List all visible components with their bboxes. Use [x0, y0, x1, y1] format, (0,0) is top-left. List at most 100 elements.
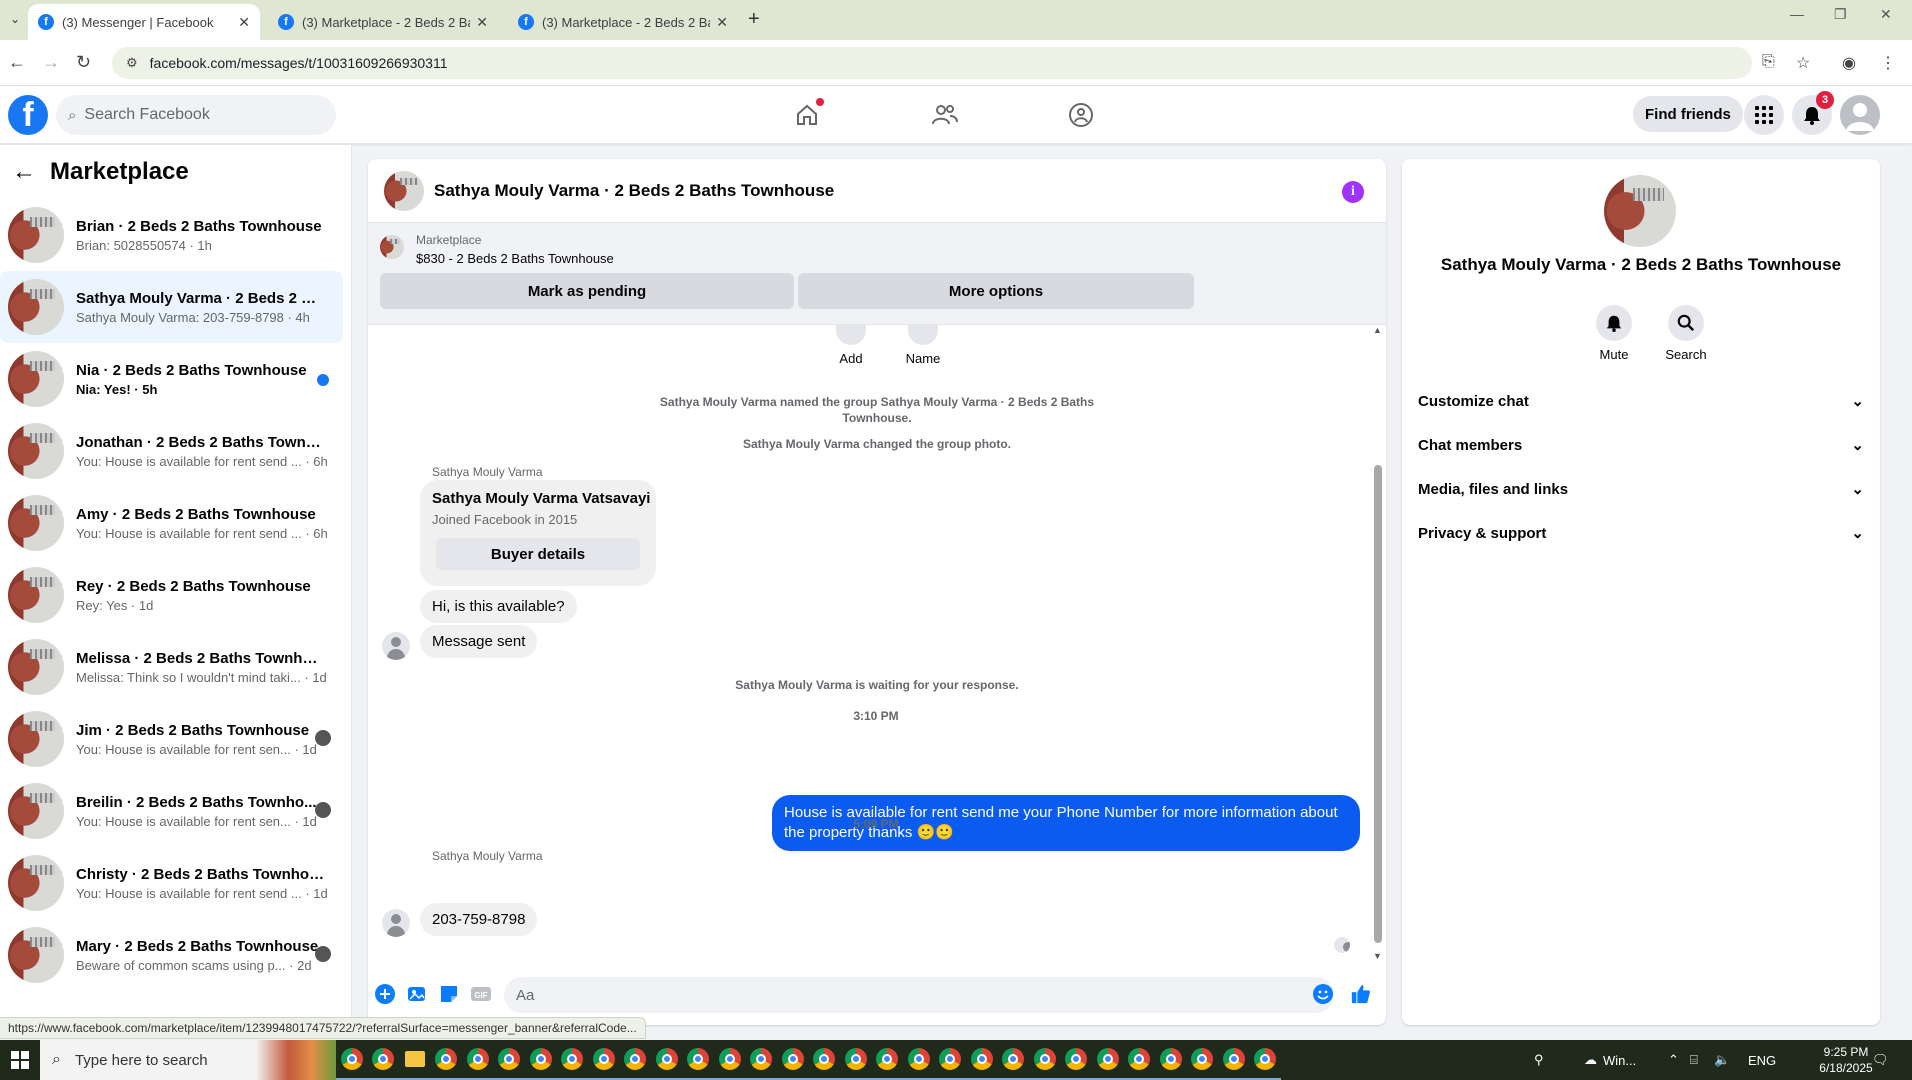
chrome-icon[interactable] — [997, 1040, 1029, 1080]
people-icon[interactable]: ⚲ — [1534, 1040, 1544, 1080]
customize-chat-row[interactable]: Customize chat ⌄ — [1418, 379, 1864, 423]
tab-messenger[interactable]: f (3) Messenger | Facebook ✕ — [28, 4, 260, 40]
chat-avatar[interactable] — [384, 170, 424, 211]
taskbar-app-icon[interactable] — [367, 1040, 399, 1080]
media-files-links-row[interactable]: Media, files and links ⌄ — [1418, 467, 1864, 511]
restore-icon[interactable]: ❐ — [1834, 6, 1847, 23]
conversation-item[interactable]: Amy · 2 Beds 2 Baths Townhouse You: House… — [0, 487, 343, 559]
scrollbar-thumb[interactable] — [1374, 465, 1382, 943]
account-avatar[interactable] — [1840, 95, 1880, 135]
plus-circle-icon[interactable] — [374, 983, 396, 1005]
search-action[interactable]: Search — [1656, 305, 1716, 362]
thumbs-up-icon[interactable] — [1350, 983, 1372, 1005]
chrome-icon[interactable] — [525, 1040, 557, 1080]
chrome-icon[interactable] — [619, 1040, 651, 1080]
chrome-icon[interactable] — [430, 1040, 462, 1080]
mute-action[interactable]: Mute — [1584, 305, 1644, 362]
language-indicator[interactable]: ENG — [1748, 1040, 1776, 1080]
message-bubble[interactable]: Message sent — [420, 625, 538, 658]
chrome-icon[interactable] — [966, 1040, 998, 1080]
back-icon[interactable]: ← — [8, 52, 26, 73]
facebook-logo-icon[interactable]: f — [8, 95, 48, 135]
close-tab-icon[interactable]: ✕ — [238, 14, 250, 31]
conversation-item[interactable]: Brian · 2 Beds 2 Baths Townhouse Brian: 5… — [0, 199, 343, 271]
conversation-item[interactable]: Sathya Mouly Varma · 2 Beds 2 Bat... Sath… — [0, 271, 343, 343]
tab-marketplace-1[interactable]: f (3) Marketplace - 2 Beds 2 Baths ✕ — [268, 4, 498, 40]
gif-icon[interactable]: GIF — [470, 983, 492, 1005]
chrome-icon[interactable] — [1060, 1040, 1092, 1080]
chrome-icon[interactable] — [462, 1040, 494, 1080]
chrome-icon[interactable] — [651, 1040, 683, 1080]
message-bubble[interactable]: Hi, is this available? — [420, 590, 577, 623]
message-input[interactable]: Aa — [504, 977, 1334, 1013]
chrome-icon[interactable] — [493, 1040, 525, 1080]
scroll-down-icon[interactable]: ▼ — [1373, 951, 1382, 961]
tab-marketplace-2[interactable]: f (3) Marketplace - 2 Beds 2 Baths ✕ — [508, 4, 738, 40]
sender-avatar[interactable] — [382, 632, 410, 660]
scroll-up-icon[interactable]: ▲ — [1373, 325, 1382, 335]
message-bubble[interactable]: 203-759-8798 — [420, 903, 538, 936]
chat-scrollbar[interactable]: ▲ ▼ — [1373, 325, 1382, 963]
facebook-search-input[interactable]: ⌕ Search Facebook — [56, 95, 336, 135]
menu-grid-icon[interactable] — [1744, 95, 1784, 135]
new-tab-button[interactable]: + — [748, 8, 760, 31]
conversation-item[interactable]: Breilin · 2 Beds 2 Baths Townho... You: H… — [0, 775, 343, 847]
minimize-icon[interactable]: — — [1790, 6, 1804, 22]
chrome-icon[interactable] — [1123, 1040, 1155, 1080]
chat-members-row[interactable]: Chat members ⌄ — [1418, 423, 1864, 467]
chrome-icon[interactable] — [588, 1040, 620, 1080]
chrome-icon[interactable] — [840, 1040, 872, 1080]
conversation-item[interactable]: Nia · 2 Beds 2 Baths Townhouse Nia: Yes! … — [0, 343, 343, 415]
sticker-icon[interactable] — [438, 983, 460, 1005]
chrome-icon[interactable] — [1218, 1040, 1250, 1080]
chat-title[interactable]: Sathya Mouly Varma · 2 Beds 2 Baths Town… — [434, 181, 834, 201]
menu-kebab-icon[interactable]: ⋮ — [1880, 53, 1896, 73]
buyer-details-button[interactable]: Buyer details — [436, 538, 640, 570]
chrome-icon[interactable] — [871, 1040, 903, 1080]
volume-icon[interactable]: 🔈 — [1714, 1040, 1730, 1080]
forward-icon[interactable]: → — [42, 52, 60, 73]
friends-icon[interactable] — [930, 100, 960, 130]
marketplace-banner[interactable]: Marketplace $830 - 2 Beds 2 Baths Townho… — [368, 223, 1386, 325]
conversation-item[interactable]: Rey · 2 Beds 2 Baths Townhouse Rey: Yes ·… — [0, 559, 343, 631]
chrome-icon[interactable] — [1155, 1040, 1187, 1080]
site-info-icon[interactable]: ⚙ — [126, 55, 138, 71]
find-friends-button[interactable]: Find friends — [1633, 96, 1743, 132]
more-options-button[interactable]: More options — [798, 273, 1194, 309]
emoji-icon[interactable] — [1312, 983, 1334, 1005]
conversation-item[interactable]: Jonathan · 2 Beds 2 Baths Townho... You: … — [0, 415, 343, 487]
chrome-icon[interactable] — [745, 1040, 777, 1080]
chrome-icon[interactable] — [714, 1040, 746, 1080]
conversation-item[interactable]: Jim · 2 Beds 2 Baths Townhouse You: House… — [0, 703, 343, 775]
profile-icon[interactable]: ◉ — [1842, 53, 1856, 73]
mark-as-pending-button[interactable]: Mark as pending — [380, 273, 794, 309]
info-icon[interactable]: i — [1342, 181, 1364, 203]
privacy-support-row[interactable]: Privacy & support ⌄ — [1418, 511, 1864, 555]
tray-chevron-icon[interactable]: ⌃ — [1668, 1040, 1679, 1080]
weather-widget[interactable]: ☁ Win... — [1584, 1040, 1636, 1080]
notifications-bell-icon[interactable]: 3 — [1792, 91, 1834, 135]
close-tab-icon[interactable]: ✕ — [476, 14, 488, 31]
conversation-item[interactable]: Christy · 2 Beds 2 Baths Townhouse You: H… — [0, 847, 343, 919]
groups-icon[interactable] — [1066, 100, 1096, 130]
address-bar[interactable]: ⚙ facebook.com/messages/t/10031609266930… — [112, 47, 1752, 79]
chrome-icon[interactable] — [1186, 1040, 1218, 1080]
chrome-icon[interactable] — [556, 1040, 588, 1080]
chrome-icon[interactable] — [682, 1040, 714, 1080]
bookmark-star-icon[interactable]: ☆ — [1796, 53, 1810, 73]
sender-avatar[interactable] — [382, 909, 410, 937]
reload-icon[interactable]: ↻ — [76, 52, 91, 73]
add-member-action[interactable]: Add — [821, 325, 881, 366]
notification-center-icon[interactable]: 🗨 — [1872, 1040, 1889, 1080]
chrome-icon[interactable] — [777, 1040, 809, 1080]
chrome-icon[interactable] — [1092, 1040, 1124, 1080]
chrome-icon[interactable] — [336, 1040, 368, 1080]
file-explorer-icon[interactable] — [399, 1040, 431, 1080]
close-tab-icon[interactable]: ✕ — [716, 14, 728, 31]
back-arrow-icon[interactable]: ← — [12, 158, 36, 186]
conversation-item[interactable]: Melissa · 2 Beds 2 Baths Townhouse Meliss… — [0, 631, 343, 703]
tab-search-button[interactable]: ⌄ — [4, 8, 26, 30]
home-icon[interactable] — [792, 98, 824, 130]
chrome-icon[interactable] — [1249, 1040, 1281, 1080]
chrome-icon[interactable] — [808, 1040, 840, 1080]
